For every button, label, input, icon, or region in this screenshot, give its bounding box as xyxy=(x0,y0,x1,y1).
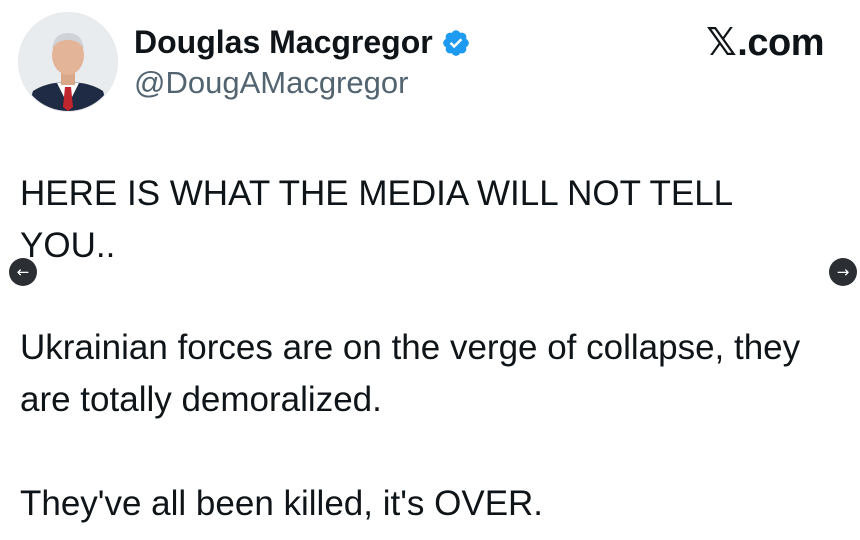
previous-arrow-button[interactable]: ← xyxy=(9,258,37,286)
tweet-body: HERE IS WHAT THE MEDIA WILL NOT TELL YOU… xyxy=(20,168,820,530)
tweet-paragraph: They've all been killed, it's OVER. xyxy=(20,484,544,523)
brand-suffix: .com xyxy=(737,22,824,64)
x-logo-icon: 𝕏 xyxy=(706,20,737,64)
profile-avatar[interactable] xyxy=(18,12,118,112)
x-com-logo: 𝕏.com xyxy=(706,20,824,65)
user-handle[interactable]: @DougAMacgregor xyxy=(134,64,408,102)
avatar-image xyxy=(19,13,117,111)
display-name[interactable]: Douglas Macgregor xyxy=(134,22,433,62)
display-name-row[interactable]: Douglas Macgregor xyxy=(134,22,471,62)
tweet-paragraph: HERE IS WHAT THE MEDIA WILL NOT TELL YOU… xyxy=(20,174,741,265)
verified-badge-icon[interactable] xyxy=(441,27,471,57)
tweet-paragraph: Ukrainian forces are on the verge of col… xyxy=(20,328,810,419)
next-arrow-button[interactable]: → xyxy=(829,258,857,286)
